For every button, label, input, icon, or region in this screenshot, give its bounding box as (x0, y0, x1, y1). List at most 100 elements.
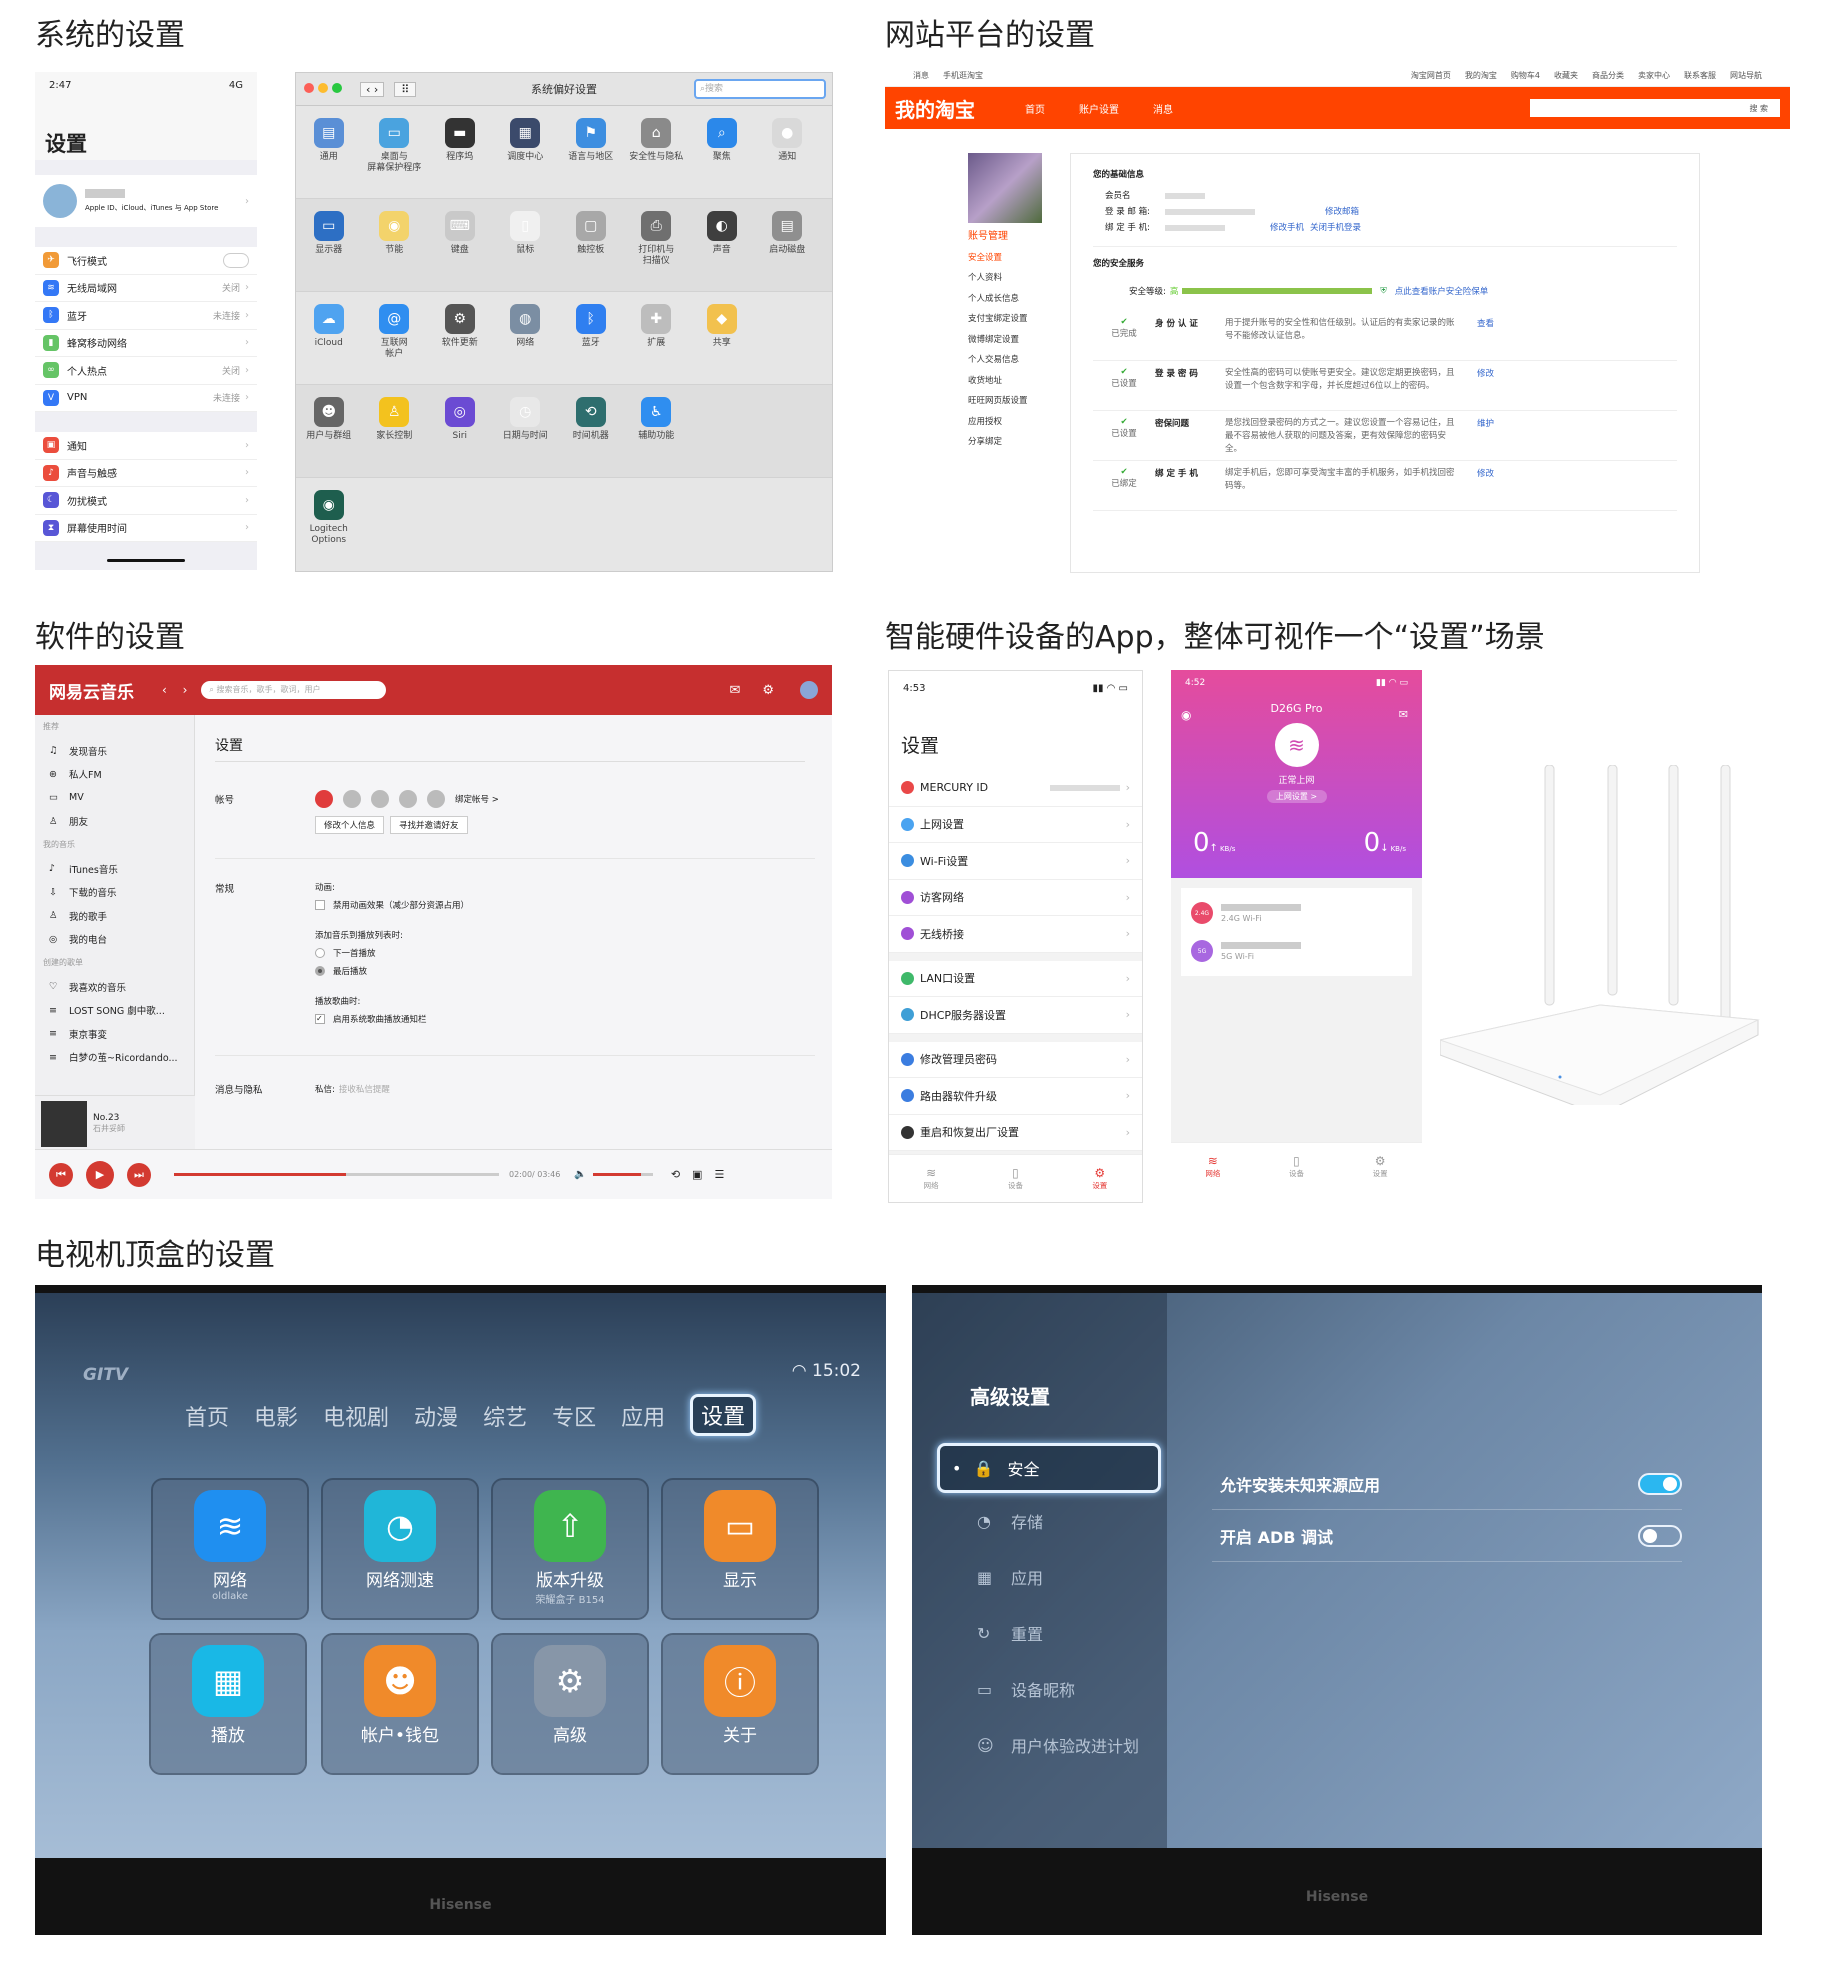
sidebar-item[interactable]: ≡ 東京事変 (35, 1022, 194, 1046)
qq-icon[interactable] (371, 790, 389, 808)
volume-slider[interactable] (592, 1173, 653, 1176)
topbar-link[interactable]: 商品分类 (1592, 70, 1624, 81)
ios-settings-row[interactable]: ᛒ 蓝牙 未连接 › (35, 302, 257, 330)
change-phone-link[interactable]: 修改手机 (1270, 220, 1304, 236)
ios-settings-row[interactable]: ▮ 蜂窝移动网络 › (35, 330, 257, 357)
pref-pane-0[interactable]: ◉ Logitech Options (296, 490, 362, 571)
pref-pane-7[interactable]: ▤ 启动磁盘 (755, 211, 821, 291)
tab-0[interactable]: ≋ 网络 (1205, 1154, 1220, 1179)
tv-tile-3[interactable]: ▭ 显示 (663, 1480, 817, 1618)
router-settings-row[interactable]: MERCURY ID › (889, 770, 1142, 807)
router-settings-row[interactable]: 访客网络 › (889, 880, 1142, 916)
play-button[interactable]: ▶ (86, 1160, 114, 1189)
pref-pane-1[interactable]: ▭ 桌面与 屏幕保护程序 (362, 118, 428, 198)
sidebar-item[interactable]: ♫ 发现音乐 (35, 739, 194, 763)
sidebar-item[interactable]: ♡ 我喜欢的音乐 (35, 975, 194, 999)
pref-pane-4[interactable]: ᛒ 蓝牙 (558, 304, 624, 384)
service-action-link[interactable]: 修改 (1477, 367, 1494, 379)
wifi-row[interactable]: 2.4G 2.4G Wi-Fi (1181, 894, 1412, 932)
pref-pane-1[interactable]: @ 互联网 帐户 (362, 304, 428, 384)
tv-nav-7[interactable]: 设置 (690, 1394, 757, 1436)
next-play-radio[interactable] (315, 948, 325, 958)
ios-settings-row[interactable]: ⧗ 屏幕使用时间 › (35, 515, 257, 542)
next-button[interactable]: ⏭ (127, 1162, 151, 1187)
advanced-menu-item[interactable]: • 🔒 安全 (937, 1443, 1161, 1493)
pref-pane-3[interactable]: ▦ 调度中心 (493, 118, 559, 198)
pref-pane-0[interactable]: ☻ 用户与群组 (296, 397, 362, 477)
netease-search-input[interactable]: ⌕ 搜索音乐，歌手，歌词，用户 (201, 681, 387, 699)
router-settings-row[interactable]: LAN口设置 › (889, 961, 1142, 997)
nav-tab[interactable]: 账户设置 (1079, 101, 1119, 116)
playlist-icon[interactable]: ☰ (714, 1168, 724, 1181)
progress-bar[interactable] (174, 1173, 499, 1176)
sidebar-item[interactable]: ◎ 我的电台 (35, 928, 194, 952)
tv-nav-0[interactable]: 首页 (185, 1400, 229, 1436)
pref-pane-2[interactable]: ◎ Siri (427, 397, 493, 477)
pref-pane-5[interactable]: ⎙ 打印机与 扫描仪 (624, 211, 690, 291)
close-phone-login-link[interactable]: 关闭手机登录 (1310, 220, 1361, 236)
ios-settings-row[interactable]: ☾ 勿扰模式 › (35, 487, 257, 515)
prev-button[interactable]: ⏮ (49, 1162, 73, 1187)
side-item[interactable]: 支付宝绑定设置 (968, 309, 1048, 330)
tab-2[interactable]: ⚙ 设置 (1092, 1166, 1107, 1191)
topbar-link[interactable]: 联系客服 (1684, 70, 1716, 81)
side-item[interactable]: 旺旺网页版设置 (968, 391, 1048, 412)
tab-2[interactable]: ⚙ 设置 (1373, 1154, 1388, 1179)
tv-nav-2[interactable]: 电视剧 (323, 1400, 389, 1436)
insurance-link[interactable]: 点此查看账户安全险保单 (1395, 285, 1489, 297)
pref-pane-5[interactable]: ⌂ 安全性与隐私 (624, 118, 690, 198)
router-icon[interactable]: ◉ (1181, 708, 1191, 722)
pref-pane-2[interactable]: ⌨ 键盘 (427, 211, 493, 291)
service-action-link[interactable]: 修改 (1477, 467, 1494, 479)
net-setting-button[interactable]: 上网设置 > (1266, 790, 1327, 803)
side-item[interactable]: 个人成长信息 (968, 289, 1048, 310)
airplane-toggle[interactable] (223, 252, 249, 268)
tv-nav-5[interactable]: 专区 (552, 1400, 596, 1436)
lyric-icon[interactable]: ▣ (692, 1168, 702, 1181)
pref-pane-1[interactable]: ♙ 家长控制 (362, 397, 428, 477)
pref-pane-0[interactable]: ☁ iCloud (296, 304, 362, 384)
pref-pane-3[interactable]: ◷ 日期与时间 (493, 397, 559, 477)
sidebar-item[interactable]: ♪ iTunes音乐 (35, 857, 194, 881)
sidebar-item[interactable]: ≡ 白梦の茧~Ricordando... (35, 1046, 194, 1070)
weibo-icon[interactable] (315, 790, 333, 808)
pref-pane-3[interactable]: ▯ 鼠标 (493, 211, 559, 291)
gear-icon[interactable]: ⚙ (762, 683, 774, 698)
tv-nav-3[interactable]: 动漫 (414, 1400, 458, 1436)
change-email-link[interactable]: 修改邮箱 (1325, 204, 1359, 220)
pref-pane-6[interactable]: ◐ 声音 (689, 211, 755, 291)
side-item[interactable]: 收货地址 (968, 371, 1048, 392)
option-toggle[interactable] (1638, 1472, 1682, 1495)
wechat-icon[interactable] (343, 790, 361, 808)
sidebar-item[interactable]: ⊛ 私人FM (35, 763, 194, 787)
topbar-link[interactable]: 收藏夹 (1554, 70, 1578, 81)
tv-nav-6[interactable]: 应用 (621, 1400, 665, 1436)
ios-settings-row[interactable]: ♪ 声音与触感 › (35, 460, 257, 487)
ios-settings-row[interactable]: V VPN 未连接 › (35, 385, 257, 412)
grid-view-icon[interactable]: ⠿ (394, 81, 417, 97)
advanced-menu-item[interactable]: ☺ 用户体验改进计划 (912, 1717, 1167, 1773)
ios-account-row[interactable]: Apple ID、iCloud、iTunes 与 App Store › (35, 175, 257, 227)
router-settings-row[interactable]: DHCP服务器设置 › (889, 997, 1142, 1034)
window-controls[interactable] (304, 82, 346, 96)
pref-pane-6[interactable]: ⌕ 聚焦 (689, 118, 755, 198)
side-item[interactable]: 安全设置 (968, 248, 1048, 269)
loop-icon[interactable]: ⟲ (671, 1168, 680, 1181)
topbar-link[interactable]: 购物车4 (1511, 70, 1540, 81)
back-forward-buttons[interactable]: ‹ › (162, 683, 193, 697)
tab-0[interactable]: ≋ 网络 (924, 1166, 939, 1191)
avatar[interactable] (800, 681, 818, 699)
sidebar-item[interactable]: ♙ 我的歌手 (35, 904, 194, 928)
topbar-link[interactable]: 网站导航 (1730, 70, 1762, 81)
service-action-link[interactable]: 查看 (1477, 317, 1494, 329)
sidebar-item[interactable]: ▭ MV (35, 786, 194, 810)
pref-pane-2[interactable]: ▬ 程序坞 (427, 118, 493, 198)
sidebar-item[interactable]: ≡ LOST SONG 劇中歌... (35, 999, 194, 1023)
topbar-link[interactable]: 淘宝网首页 (1411, 70, 1451, 81)
taobao-search-button[interactable]: 搜 索 (1749, 103, 1768, 114)
tab-1[interactable]: ▯ 设备 (1289, 1154, 1304, 1179)
pref-pane-0[interactable]: ▭ 显示器 (296, 211, 362, 291)
router-settings-row[interactable]: Wi-Fi设置 › (889, 843, 1142, 880)
tv-tile-1[interactable]: ◔ 网络测速 (323, 1480, 477, 1618)
tv-tile-6[interactable]: ⚙ 高级 (493, 1635, 647, 1773)
